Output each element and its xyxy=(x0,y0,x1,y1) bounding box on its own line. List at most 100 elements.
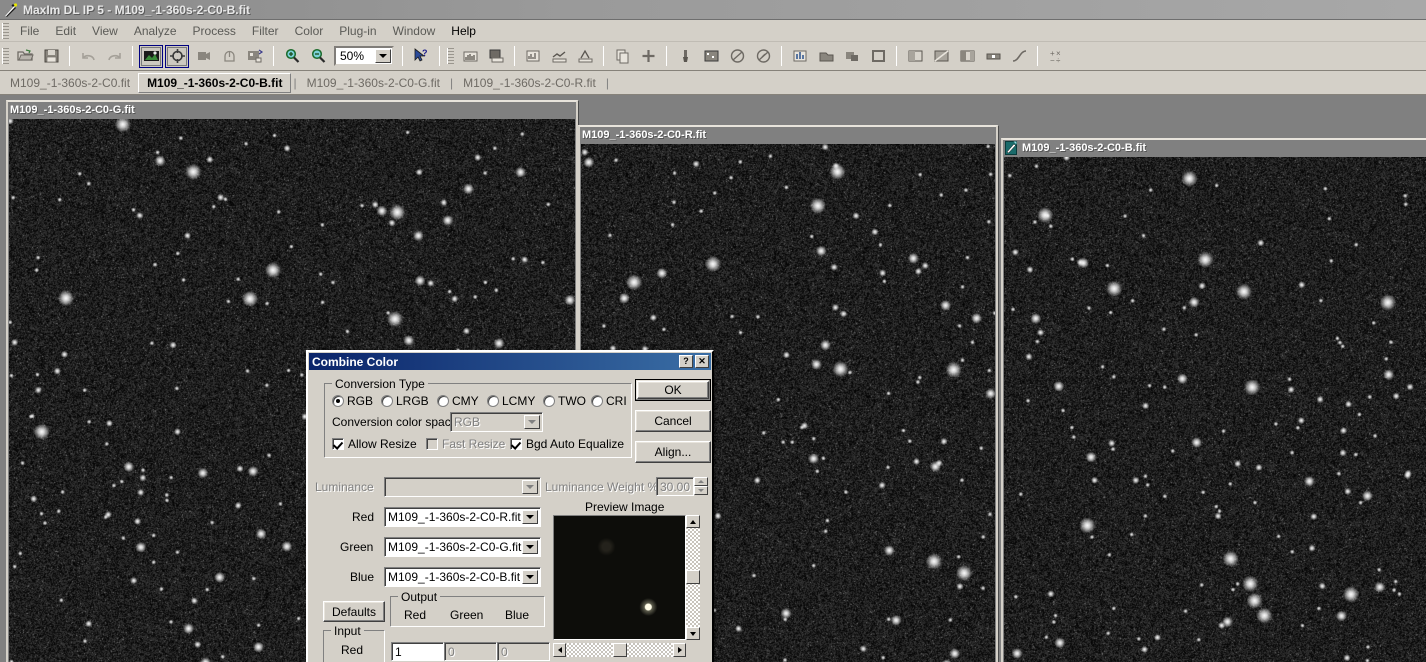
scroll-right-arrow-icon[interactable] xyxy=(673,643,686,657)
luminance-weight-field[interactable]: 30.00 xyxy=(656,477,694,496)
doctab-c0-r[interactable]: M109_-1-360s-2-C0-R.fit xyxy=(455,74,604,92)
menu-file[interactable]: File xyxy=(12,22,47,40)
conversion-color-space-combobox[interactable]: RGB xyxy=(450,412,543,432)
spinner-up-icon[interactable] xyxy=(694,477,708,486)
split-color-icon[interactable] xyxy=(929,45,953,68)
bgd-auto-equalize-checkbox[interactable]: Bgd Auto Equalize xyxy=(510,437,624,451)
toolbar-grip-handle-2[interactable] xyxy=(447,48,454,64)
image-window-b-canvas[interactable] xyxy=(1003,156,1426,662)
curve-icon[interactable] xyxy=(1007,45,1031,68)
defaults-button[interactable]: Defaults xyxy=(323,601,385,622)
preview-image-box[interactable] xyxy=(553,515,686,640)
pixel-table-icon[interactable] xyxy=(484,45,508,68)
image-window-r-titlebar[interactable]: M109_-1-360s-2-C0-R.fit xyxy=(580,127,996,143)
overlay-icon[interactable] xyxy=(840,45,864,68)
image-window-g-titlebar[interactable]: M109_-1-360s-2-C0-G.fit xyxy=(8,102,576,118)
fft-filter-icon[interactable] xyxy=(725,45,749,68)
align-button[interactable]: Align... xyxy=(635,441,711,463)
blue-channel-combobox[interactable]: M109_-1-360s-2-C0-B.fit xyxy=(384,567,541,587)
paintbrush-icon[interactable] xyxy=(673,45,697,68)
radio-rgb[interactable]: RGB xyxy=(332,394,373,408)
line-profile-icon[interactable] xyxy=(547,45,571,68)
scroll-left-arrow-icon[interactable] xyxy=(553,643,566,657)
open-file-icon[interactable] xyxy=(13,45,37,68)
color-chart-icon[interactable] xyxy=(788,45,812,68)
zoom-level-combobox[interactable]: 50% xyxy=(334,46,394,66)
histogram-icon[interactable] xyxy=(458,45,482,68)
menu-edit[interactable]: Edit xyxy=(47,22,84,40)
copy-icon[interactable] xyxy=(610,45,634,68)
radio-lrgb[interactable]: LRGB xyxy=(381,394,429,408)
preview-horizontal-scrollbar[interactable] xyxy=(553,643,686,657)
ok-button[interactable]: OK xyxy=(635,379,711,401)
lrgb-icon[interactable] xyxy=(955,45,979,68)
chevron-down-icon[interactable] xyxy=(522,540,538,554)
doctab-c0-g[interactable]: M109_-1-360s-2-C0-G.fit xyxy=(299,74,448,92)
luminance-weight-spinner[interactable] xyxy=(694,477,708,495)
chevron-down-icon[interactable] xyxy=(522,480,538,494)
flat-field-icon[interactable] xyxy=(814,45,838,68)
help-button[interactable]: ? xyxy=(679,355,693,368)
image-view-icon[interactable] xyxy=(139,44,163,68)
zoom-out-icon[interactable] xyxy=(306,45,330,68)
toolbar-grip-handle[interactable] xyxy=(2,48,9,64)
image-window-b[interactable]: M109_-1-360s-2-C0-B.fit xyxy=(1001,138,1426,662)
radio-lcmy[interactable]: LCMY xyxy=(487,394,535,408)
luminance-combobox[interactable] xyxy=(384,477,541,497)
add-icon[interactable] xyxy=(636,45,660,68)
allow-resize-checkbox[interactable]: Allow Resize xyxy=(332,437,417,451)
preview-vertical-scrollbar[interactable] xyxy=(686,515,700,640)
crosshair-target-icon[interactable] xyxy=(165,44,189,68)
save-file-icon[interactable] xyxy=(39,45,63,68)
zoom-in-icon[interactable] xyxy=(280,45,304,68)
chevron-down-icon[interactable] xyxy=(522,570,538,584)
stretch-bar-icon[interactable] xyxy=(981,45,1005,68)
close-icon[interactable]: ✕ xyxy=(695,355,709,368)
chevron-down-icon[interactable] xyxy=(522,510,538,524)
matrix-red-red[interactable]: 1 xyxy=(391,642,444,661)
chevron-down-icon[interactable] xyxy=(524,415,540,429)
screen-stretch-icon[interactable] xyxy=(243,45,267,68)
menu-view[interactable]: View xyxy=(84,22,126,40)
red-channel-combobox[interactable]: M109_-1-360s-2-C0-R.fit xyxy=(384,507,541,527)
camera-control-icon[interactable] xyxy=(191,45,215,68)
menu-window[interactable]: Window xyxy=(385,22,444,40)
graph-window-icon[interactable] xyxy=(521,45,545,68)
menu-plugin[interactable]: Plug-in xyxy=(331,22,384,40)
menu-process[interactable]: Process xyxy=(185,22,244,40)
zoom-dropdown-arrow[interactable] xyxy=(375,49,391,63)
vertical-scroll-thumb[interactable] xyxy=(686,570,700,584)
radio-two[interactable]: TWO xyxy=(543,394,586,408)
redo-icon[interactable] xyxy=(102,45,126,68)
cancel-button[interactable]: Cancel xyxy=(635,410,711,432)
radio-cri[interactable]: CRI xyxy=(591,394,627,408)
fast-resize-checkbox[interactable]: Fast Resize xyxy=(426,437,505,451)
noise-filter-icon[interactable] xyxy=(699,45,723,68)
doctab-c0-b[interactable]: M109_-1-360s-2-C0-B.fit xyxy=(138,72,292,93)
menu-filter[interactable]: Filter xyxy=(244,22,287,40)
scroll-up-arrow-icon[interactable] xyxy=(686,515,700,528)
scroll-down-arrow-icon[interactable] xyxy=(686,627,700,640)
deconvolve-icon[interactable] xyxy=(751,45,775,68)
doctab-c0[interactable]: M109_-1-360s-2-C0.fit xyxy=(2,74,138,92)
menu-color[interactable]: Color xyxy=(287,22,332,40)
menu-help[interactable]: Help xyxy=(443,22,484,40)
radio-cmy[interactable]: CMY xyxy=(437,394,479,408)
menubar-grip-handle[interactable] xyxy=(2,22,9,39)
combine-color-dialog[interactable]: Combine Color ? ✕ Conversion Type RGB LR… xyxy=(306,350,714,662)
matrix-red-blue[interactable]: 0 xyxy=(497,642,550,661)
region-icon[interactable] xyxy=(866,45,890,68)
pixel-math-icon[interactable]: + × − ÷ xyxy=(1044,45,1068,68)
measure-icon[interactable] xyxy=(573,45,597,68)
matrix-red-green[interactable]: 0 xyxy=(444,642,497,661)
green-channel-combobox[interactable]: M109_-1-360s-2-C0-G.fit xyxy=(384,537,541,557)
dialog-titlebar[interactable]: Combine Color ? ✕ xyxy=(309,353,711,370)
observatory-dome-icon[interactable] xyxy=(217,45,241,68)
spinner-down-icon[interactable] xyxy=(694,486,708,495)
combine-color-icon[interactable] xyxy=(903,45,927,68)
image-window-b-titlebar[interactable]: M109_-1-360s-2-C0-B.fit xyxy=(1003,140,1426,156)
undo-icon[interactable] xyxy=(76,45,100,68)
horizontal-scroll-thumb[interactable] xyxy=(613,643,627,657)
menu-analyze[interactable]: Analyze xyxy=(126,22,185,40)
help-pointer-icon[interactable]: ? xyxy=(409,45,433,68)
